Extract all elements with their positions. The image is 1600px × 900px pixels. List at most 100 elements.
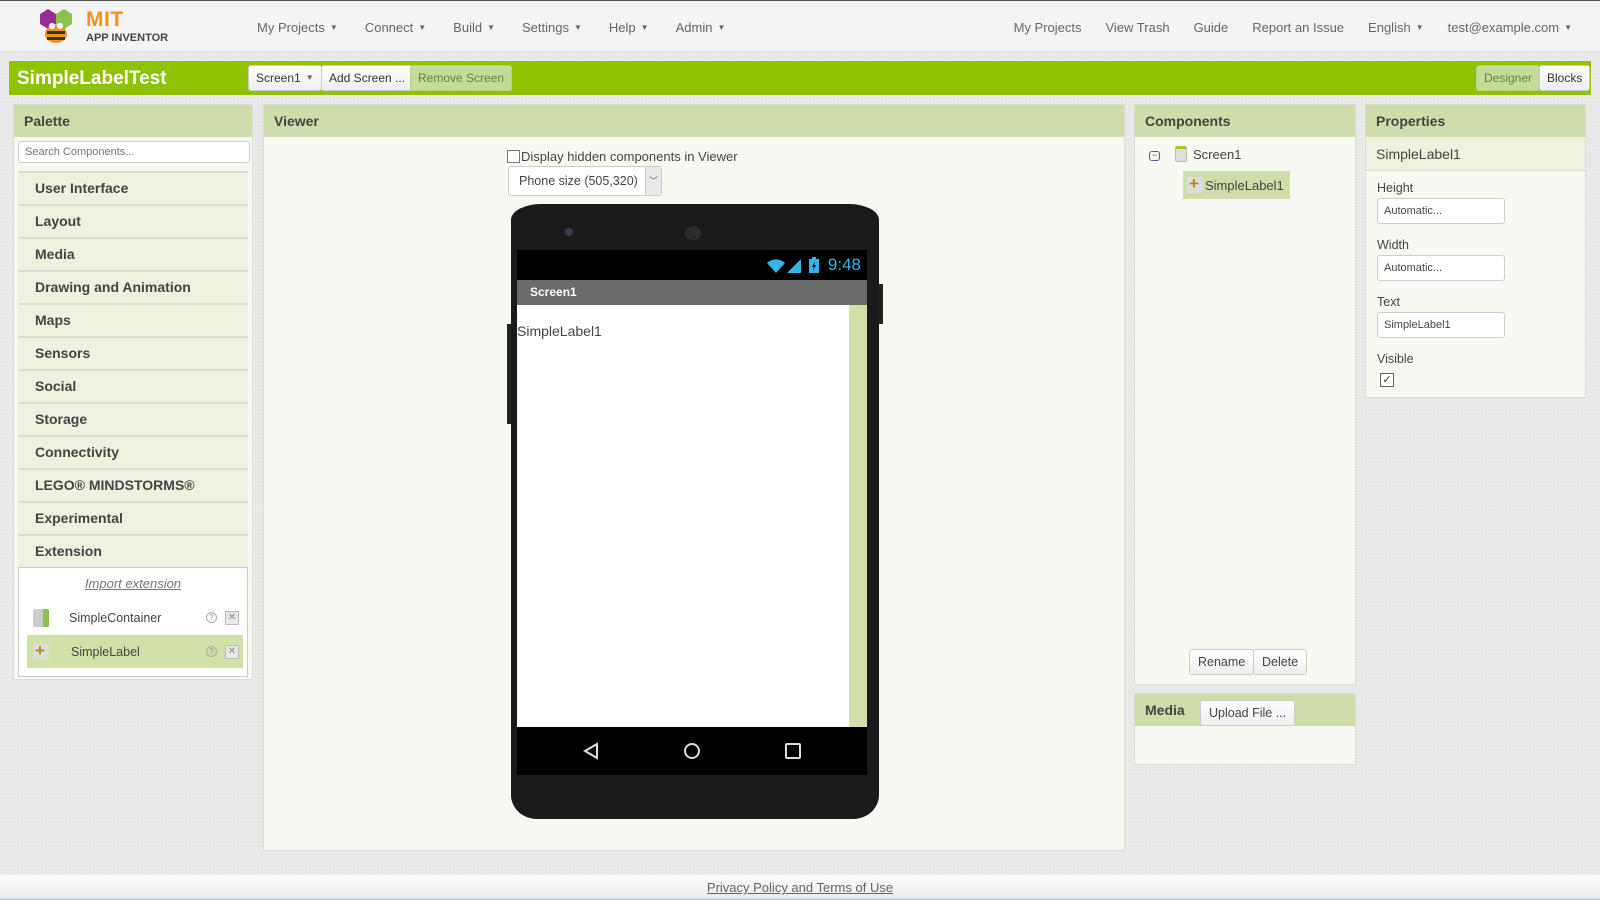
delete-icon[interactable]: ✕ (225, 644, 239, 659)
wifi-icon (767, 259, 785, 273)
help-icon[interactable]: ? (206, 646, 217, 657)
delete-icon[interactable]: ✕ (225, 610, 239, 625)
palette-category-layout[interactable]: Layout (18, 204, 248, 237)
menu-label: English (1368, 20, 1411, 35)
menu-label: test@example.com (1447, 20, 1560, 35)
palette-title: Palette (14, 105, 252, 137)
blocks-button[interactable]: Blocks (1539, 65, 1591, 91)
menu-connect[interactable]: Connect ▼ (365, 20, 426, 35)
collapse-icon[interactable]: − (1149, 151, 1160, 161)
extension-item-simplelabel[interactable]: SimpleLabel ? ✕ (27, 635, 243, 668)
menu-my-projects[interactable]: My Projects ▼ (257, 20, 338, 35)
secondary-menu: My Projects View Trash Guide Report an I… (990, 20, 1572, 35)
link-report-issue[interactable]: Report an Issue (1252, 20, 1344, 35)
help-icon[interactable]: ? (206, 612, 217, 623)
search-components-input[interactable] (18, 141, 250, 163)
palette-category-social[interactable]: Social (18, 369, 248, 402)
properties-title: Properties (1366, 105, 1585, 137)
text-label: Text (1377, 295, 1400, 309)
bee-logo-icon (40, 9, 72, 43)
caret-down-icon: ▼ (1415, 23, 1424, 32)
menu-admin[interactable]: Admin ▼ (676, 20, 726, 35)
chevron-down-icon: ﹀ (645, 167, 661, 195)
menu-label: Connect (364, 20, 414, 35)
width-field[interactable]: Automatic... (1377, 255, 1505, 281)
extension-item-simplecontainer[interactable]: SimpleContainer ? ✕ (27, 601, 243, 634)
menu-account[interactable]: test@example.com ▼ (1448, 20, 1572, 35)
screen-icon (1175, 146, 1187, 162)
extension-list: Import extension SimpleContainer ? ✕ Sim… (18, 567, 248, 677)
upload-file-button[interactable]: Upload File ... (1200, 700, 1296, 726)
phone-size-value: Phone size (505,320) (519, 174, 638, 188)
phone-camera-icon (565, 228, 573, 236)
screen-scroll-strip (849, 305, 867, 727)
text-field[interactable]: SimpleLabel1 (1377, 312, 1505, 338)
menu-language[interactable]: English ▼ (1368, 20, 1424, 35)
extension-name: SimpleLabel (71, 644, 140, 659)
display-hidden-checkbox[interactable] (507, 150, 520, 163)
label-component-icon (1187, 174, 1203, 194)
remove-screen-button[interactable]: Remove Screen (410, 65, 513, 91)
phone-volume-button (507, 324, 511, 424)
designer-button[interactable]: Designer (1476, 65, 1541, 91)
phone-screen[interactable]: SimpleLabel1 (517, 305, 867, 727)
rename-button[interactable]: Rename (1189, 649, 1255, 675)
label-component-icon (33, 641, 49, 661)
caret-down-icon: ▼ (717, 23, 726, 32)
tree-item-label: Screen1 (1193, 146, 1242, 162)
height-field[interactable]: Automatic... (1377, 198, 1505, 224)
viewer-title: Viewer (264, 105, 1124, 137)
tree-item-simplelabel1[interactable]: SimpleLabel1 (1183, 171, 1290, 199)
caret-down-icon: ▼ (1564, 23, 1572, 32)
palette-category-sensors[interactable]: Sensors (18, 336, 248, 369)
palette-category-maps[interactable]: Maps (18, 303, 248, 336)
phone-status-bar: 9:48 (517, 250, 867, 280)
link-guide[interactable]: Guide (1194, 20, 1229, 35)
add-screen-button[interactable]: Add Screen ... (321, 65, 414, 91)
display-hidden-label: Display hidden components in Viewer (521, 149, 738, 164)
palette-category-storage[interactable]: Storage (18, 402, 248, 435)
display-hidden-toggle[interactable]: Display hidden components in Viewer (507, 149, 738, 164)
phone-screen-title: Screen1 (517, 280, 867, 305)
media-panel: Media Upload File ... (1134, 693, 1356, 765)
screen-select-button[interactable]: Screen1 ▼ (248, 65, 322, 91)
menu-settings[interactable]: Settings ▼ (522, 20, 582, 35)
home-icon (684, 743, 700, 759)
menu-label: Build (453, 20, 483, 35)
privacy-terms-link[interactable]: Privacy Policy and Terms of Use (707, 880, 893, 895)
viewer-panel: Viewer Display hidden components in View… (263, 104, 1125, 851)
components-panel: Components − Screen1 SimpleLabel1 Rename… (1134, 104, 1356, 685)
properties-panel: Properties SimpleLabel1 Height Automatic… (1365, 104, 1586, 398)
palette-category-experimental[interactable]: Experimental (18, 501, 248, 534)
import-extension-link[interactable]: Import extension (19, 576, 247, 591)
menu-build[interactable]: Build ▼ (453, 20, 495, 35)
palette-category-extension[interactable]: Extension (18, 534, 248, 567)
height-label: Height (1377, 181, 1414, 195)
palette-category-user-interface[interactable]: User Interface (18, 171, 248, 204)
menu-label: Admin (675, 20, 713, 35)
palette-category-lego[interactable]: LEGO® MINDSTORMS® (18, 468, 248, 501)
palette-panel: Palette User Interface Layout Media Draw… (13, 104, 253, 680)
visible-label: Visible (1377, 352, 1414, 366)
top-nav-bar: MIT APP INVENTOR My Projects ▼ Connect ▼ B… (0, 0, 1600, 52)
tree-item-screen1[interactable]: Screen1 (1175, 146, 1241, 162)
status-icons (767, 257, 819, 273)
phone-power-button (879, 284, 883, 324)
delete-button[interactable]: Delete (1253, 649, 1308, 675)
caret-down-icon: ▼ (418, 23, 427, 32)
phone-size-select[interactable]: Phone size (505,320) ﹀ (508, 166, 662, 196)
main-menu: My Projects ▼ Connect ▼ Build ▼ Settings ▼ H… (257, 20, 752, 35)
back-icon (583, 742, 598, 760)
visible-checkbox[interactable]: ✓ (1380, 373, 1394, 387)
caret-down-icon: ▼ (305, 73, 314, 82)
link-view-trash[interactable]: View Trash (1105, 20, 1169, 35)
palette-category-media[interactable]: Media (18, 237, 248, 270)
selected-component-name: SimpleLabel1 (1366, 137, 1585, 171)
palette-category-connectivity[interactable]: Connectivity (18, 435, 248, 468)
link-my-projects[interactable]: My Projects (1014, 20, 1082, 35)
extension-name: SimpleContainer (69, 610, 162, 625)
app-inventor-logo[interactable]: MIT APP INVENTOR (36, 6, 176, 46)
palette-category-drawing-animation[interactable]: Drawing and Animation (18, 270, 248, 303)
menu-help[interactable]: Help ▼ (609, 20, 649, 35)
simplelabel1-component[interactable]: SimpleLabel1 (517, 323, 602, 339)
